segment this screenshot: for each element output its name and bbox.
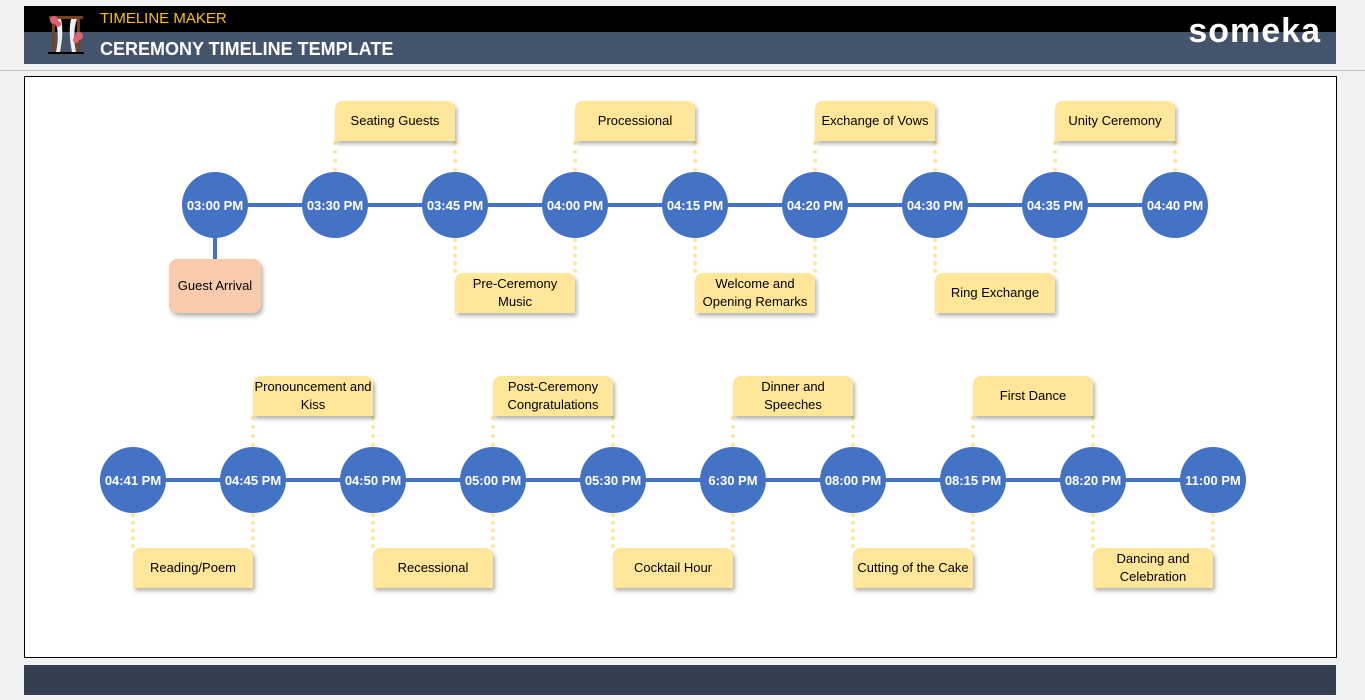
event-box: Cutting of the Cake [853,548,973,588]
connector [731,513,735,548]
connector [1211,513,1215,548]
connector [371,513,375,548]
connector [813,238,817,273]
time-node: 04:20 PM [782,172,848,238]
event-box: Unity Ceremony [1055,101,1175,141]
connector [251,416,255,447]
time-node: 04:50 PM [340,447,406,513]
time-node: 05:00 PM [460,447,526,513]
connector [851,513,855,548]
connector [611,513,615,548]
app-title: TIMELINE MAKER [100,10,227,27]
time-node: 04:40 PM [1142,172,1208,238]
connector [971,416,975,447]
connector [693,141,697,172]
ceremony-arch-icon [48,16,84,54]
connector [251,513,255,548]
time-node: 03:45 PM [422,172,488,238]
event-box: Pre-Ceremony Music [455,273,575,313]
connector [731,416,735,447]
event-box: Seating Guests [335,101,455,141]
event-box: Processional [575,101,695,141]
event-box: Dancing and Celebration [1093,548,1213,588]
connector [813,141,817,172]
connector [371,416,375,447]
connector [453,141,457,172]
connector [851,416,855,447]
divider [0,70,1365,71]
time-node: 04:35 PM [1022,172,1088,238]
connector [971,513,975,548]
connector [491,416,495,447]
connector [573,238,577,273]
page-title: CEREMONY TIMELINE TEMPLATE [100,39,394,59]
event-box: Recessional [373,548,493,588]
event-box: Ring Exchange [935,273,1055,313]
event-box-first: Guest Arrival [169,259,261,313]
time-node: 08:15 PM [940,447,1006,513]
time-node: 04:00 PM [542,172,608,238]
footer-bar [24,665,1336,695]
timeline-line [133,478,1213,482]
time-node: 08:00 PM [820,447,886,513]
connector [933,238,937,273]
connector [453,238,457,273]
time-node: 11:00 PM [1180,447,1246,513]
connector [1053,238,1057,273]
connector [333,141,337,172]
connector [933,141,937,172]
event-box: First Dance [973,376,1093,416]
connector [1173,141,1177,172]
time-node: 03:30 PM [302,172,368,238]
connector [611,416,615,447]
time-node: 04:30 PM [902,172,968,238]
event-box: Reading/Poem [133,548,253,588]
event-box: Cocktail Hour [613,548,733,588]
event-box: Welcome and Opening Remarks [695,273,815,313]
connector [1091,416,1095,447]
time-node: 08:20 PM [1060,447,1126,513]
time-node: 6:30 PM [700,447,766,513]
connector [491,513,495,548]
connector [1091,513,1095,548]
connector [573,141,577,172]
time-node: 04:45 PM [220,447,286,513]
connector [1053,141,1057,172]
connector [131,513,135,548]
time-node: 04:15 PM [662,172,728,238]
timeline-canvas: Seating Guests Pre-Ceremony Music Processi… [24,76,1337,658]
event-box: Post-Ceremony Congratulations [493,376,613,416]
time-node: 03:00 PM [182,172,248,238]
event-box: Exchange of Vows [815,101,935,141]
event-box: Pronouncement and Kiss [253,376,373,416]
event-box: Dinner and Speeches [733,376,853,416]
connector [693,238,697,273]
brand-logo: someka [1188,12,1321,50]
time-node: 04:41 PM [100,447,166,513]
time-node: 05:30 PM [580,447,646,513]
